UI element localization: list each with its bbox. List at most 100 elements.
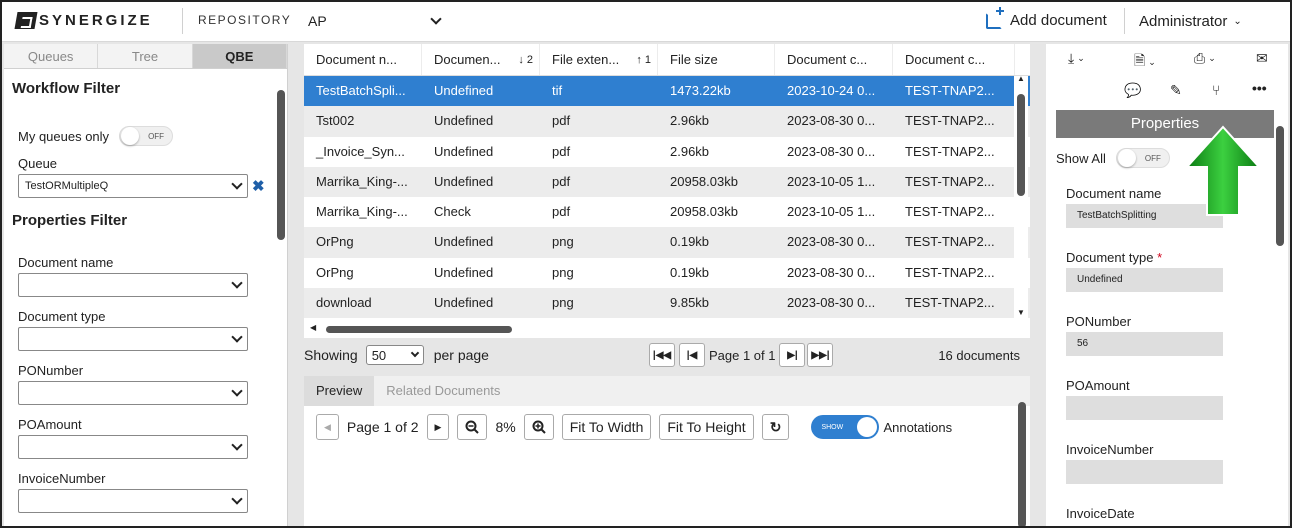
next-preview-page-button[interactable]: ▶: [426, 414, 450, 440]
column-header[interactable]: File exten... ↑ 1: [540, 44, 658, 75]
column-header-label: Documen...: [434, 52, 501, 67]
queue-select[interactable]: TestORMultipleQ: [18, 174, 248, 198]
download-icon: ⤓: [1068, 50, 1075, 66]
prev-preview-page-button[interactable]: ◀: [316, 414, 339, 440]
documents-grid: Document n... Documen... ↓ 2 File exten... ↑…: [304, 44, 1030, 340]
add-document-icon: [986, 6, 1004, 29]
grid-body: TestBatchSpli... Undefined tif 1473.22kb 202…: [304, 76, 1030, 319]
scroll-left-icon[interactable]: ◀: [310, 323, 316, 332]
tab-tree[interactable]: Tree: [98, 44, 193, 68]
table-cell: 2.96kb: [670, 143, 710, 159]
arrow-up-icon: [1185, 125, 1261, 216]
table-row[interactable]: OrPng Undefined png 0.19kb 2023-08-30 0... TE…: [304, 227, 1030, 258]
table-row[interactable]: TestBatchSpli... Undefined tif 1473.22kb 202…: [304, 76, 1030, 107]
grid-header: Document n... Documen... ↓ 2 File exten... ↑…: [304, 44, 1030, 76]
filter-document-type-select[interactable]: [18, 327, 248, 351]
grid-vertical-scrollbar[interactable]: ▲ ▼: [1014, 74, 1028, 322]
document-menu-button[interactable]: 🗎 ⌄: [1134, 50, 1156, 74]
table-row[interactable]: Tst002 Undefined pdf 2.96kb 2023-08-30 0... T…: [304, 106, 1030, 137]
showing-label: Showing: [304, 347, 358, 363]
column-header[interactable]: Document c...: [893, 44, 1015, 75]
add-document-button[interactable]: Add document: [986, 6, 1107, 29]
table-cell: Marrika_King-...: [316, 204, 408, 220]
zoom-level: 8%: [495, 419, 516, 435]
user-menu[interactable]: Administrator ⌄: [1139, 13, 1242, 30]
filter-poamount-label: POAmount: [18, 417, 82, 432]
filter-document-name-select[interactable]: [18, 273, 248, 297]
table-cell: Undefined: [434, 173, 494, 189]
tab-qbe[interactable]: QBE: [192, 44, 287, 68]
tab-queues[interactable]: Queues: [4, 44, 99, 68]
toggle-knob: [1117, 149, 1136, 167]
preview-tabs: Preview Related Documents: [304, 376, 1030, 406]
properties-scrollbar[interactable]: [1276, 126, 1284, 246]
split-button[interactable]: ⑂: [1212, 82, 1220, 98]
refresh-button[interactable]: ↻: [761, 414, 790, 440]
column-header[interactable]: Document c...: [775, 44, 893, 75]
prop-poamount-field[interactable]: [1066, 396, 1223, 420]
table-cell: 2.96kb: [670, 113, 710, 129]
edit-button[interactable]: ✎: [1170, 82, 1182, 99]
annotations-label: Annotations: [883, 419, 953, 435]
synergize-logo[interactable]: SYNERGIZE: [14, 10, 153, 30]
table-cell: png: [552, 295, 574, 311]
print-button[interactable]: ⎙ ⌄: [1194, 50, 1216, 67]
table-row[interactable]: Marrika_King-... Check pdf 20958.03kb 2023-1…: [304, 197, 1030, 227]
chevron-down-icon: ⌄: [1077, 53, 1085, 63]
repository-select[interactable]: AP: [308, 10, 442, 32]
comment-button[interactable]: 💬: [1124, 82, 1141, 99]
show-all-label: Show All: [1056, 150, 1106, 166]
clear-queue-icon[interactable]: ✖: [252, 177, 265, 195]
tab-related-documents[interactable]: Related Documents: [374, 376, 512, 406]
properties-panel: ⤓ ⌄ 🗎 ⌄ ⎙ ⌄ ✉ 💬 ✎ ⑂ ••• Properties Show All…: [1046, 44, 1288, 528]
last-page-button[interactable]: ▶▶|: [807, 343, 834, 367]
prop-invoicenumber-field[interactable]: [1066, 460, 1223, 484]
scroll-up-icon[interactable]: ▲: [1017, 74, 1025, 83]
preview-panel: Preview Related Documents ◀ Page 1 of 2 …: [304, 376, 1030, 528]
table-cell: 20958.03kb: [670, 173, 738, 189]
tab-preview[interactable]: Preview: [304, 376, 375, 406]
annotations-toggle[interactable]: SHOW: [811, 415, 880, 439]
table-cell: 2023-08-30 0...: [787, 113, 876, 129]
left-scrollbar[interactable]: [277, 90, 285, 240]
filter-ponumber-select[interactable]: [18, 381, 248, 405]
prev-page-button[interactable]: |◀: [678, 343, 705, 367]
prop-ponumber-label: PONumber: [1066, 314, 1132, 329]
fit-to-height-button[interactable]: Fit To Height: [659, 414, 754, 440]
document-icon: 🗎: [1134, 52, 1146, 68]
preview-scrollbar[interactable]: [1018, 402, 1026, 528]
download-button[interactable]: ⤓ ⌄: [1068, 50, 1085, 67]
first-page-button[interactable]: |◀◀: [648, 343, 675, 367]
prop-invoicedate-label: InvoiceDate: [1066, 506, 1135, 521]
filter-poamount-select[interactable]: [18, 435, 248, 459]
grid-horizontal-scrollbar[interactable]: ◀: [304, 322, 1030, 336]
table-row[interactable]: Marrika_King-... Undefined pdf 20958.03kb 20…: [304, 166, 1030, 198]
table-row[interactable]: _Invoice_Syn... Undefined pdf 2.96kb 2023-08…: [304, 137, 1030, 167]
my-queues-toggle[interactable]: OFF: [119, 126, 174, 146]
chevron-down-icon: [231, 331, 243, 343]
next-page-button[interactable]: ▶|: [779, 343, 806, 367]
scroll-thumb[interactable]: [1017, 94, 1025, 196]
show-all-toggle[interactable]: OFF: [1115, 148, 1170, 168]
prop-document-type-field[interactable]: Undefined: [1066, 268, 1223, 292]
table-row[interactable]: download Undefined png 9.85kb 2023-08-30 0..…: [304, 288, 1030, 319]
per-page-select[interactable]: 50: [365, 345, 424, 365]
user-name: Administrator: [1139, 13, 1228, 30]
column-header[interactable]: Documen... ↓ 2: [422, 44, 540, 75]
filter-invoicenumber-select[interactable]: [18, 489, 248, 513]
scroll-down-icon[interactable]: ▼: [1017, 308, 1025, 317]
table-cell: TEST-TNAP2...: [905, 295, 995, 311]
scroll-thumb[interactable]: [326, 326, 512, 333]
table-cell: 2023-08-30 0...: [787, 234, 876, 250]
zoom-in-button[interactable]: [523, 414, 554, 440]
divider: [1124, 8, 1125, 34]
more-options-button[interactable]: •••: [1252, 80, 1267, 96]
fit-to-width-button[interactable]: Fit To Width: [561, 414, 652, 440]
table-row[interactable]: OrPng Undefined png 0.19kb 2023-08-30 0... TE…: [304, 258, 1030, 288]
column-header[interactable]: File size: [658, 44, 775, 75]
repository-label: REPOSITORY: [198, 13, 292, 27]
column-header[interactable]: Document n...: [304, 44, 422, 75]
zoom-out-button[interactable]: [457, 414, 488, 440]
prop-ponumber-field[interactable]: 56: [1066, 332, 1223, 356]
email-button[interactable]: ✉: [1256, 50, 1268, 67]
